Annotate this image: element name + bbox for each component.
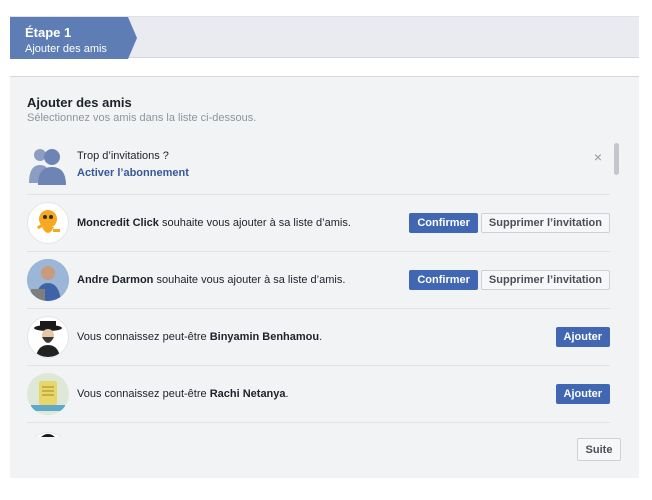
friend-request-row: Moncredit Click souhaite vous ajouter à …	[27, 195, 610, 252]
avatar	[27, 259, 69, 301]
suggestion-suffix: .	[319, 331, 323, 343]
avatar	[27, 373, 69, 415]
invitation-notice-text: Trop d’invitations ? Activer l’abonnemen…	[77, 150, 610, 179]
invitation-question: Trop d’invitations ?	[77, 150, 169, 162]
friend-list[interactable]: Trop d’invitations ? Activer l’abonnemen…	[27, 135, 610, 437]
panel-subtitle: Sélectionnez vos amis dans la liste ci-d…	[27, 112, 257, 124]
activate-follow-link[interactable]: Activer l’abonnement	[77, 167, 610, 179]
request-text: Moncredit Click souhaite vous ajouter à …	[77, 217, 409, 229]
suggested-name[interactable]: Binyamin Benhamou	[210, 331, 319, 343]
invitation-notice: Trop d’invitations ? Activer l’abonnemen…	[27, 135, 610, 195]
requester-name[interactable]: Moncredit Click	[77, 217, 159, 229]
suggested-name[interactable]: Rachi Netanya	[210, 388, 286, 400]
scrollbar[interactable]	[614, 143, 619, 175]
avatar	[27, 432, 69, 437]
request-message: souhaite vous ajouter à sa liste d’amis.	[153, 274, 346, 286]
step-title: Étape 1	[25, 25, 72, 40]
people-silhouette-icon	[27, 144, 69, 186]
delete-invitation-button[interactable]: Supprimer l’invitation	[480, 213, 610, 233]
add-friends-panel: Ajouter des amis Sélectionnez vos amis d…	[10, 76, 639, 478]
requester-name[interactable]: Andre Darmon	[77, 274, 153, 286]
friend-suggestion-row: Vous connaissez peut-être Binyamin Benha…	[27, 309, 610, 366]
request-message: souhaite vous ajouter à sa liste d’amis.	[158, 217, 351, 229]
friend-request-row: Andre Darmon souhaite vous ajouter à sa …	[27, 252, 610, 309]
step-subtitle: Ajouter des amis	[25, 43, 107, 55]
confirm-button[interactable]: Confirmer	[409, 270, 478, 290]
next-button[interactable]: Suite	[577, 438, 621, 461]
delete-invitation-button[interactable]: Supprimer l’invitation	[480, 270, 610, 290]
add-friend-button[interactable]: Ajouter	[555, 327, 610, 347]
request-text: Andre Darmon souhaite vous ajouter à sa …	[77, 274, 409, 286]
avatar	[27, 202, 69, 244]
step-bar: Étape 1 Ajouter des amis	[10, 16, 639, 59]
avatar	[27, 316, 69, 358]
suggestion-suffix: .	[285, 388, 289, 400]
suggestion-prefix: Vous connaissez peut-être	[77, 331, 210, 343]
add-friend-button[interactable]: Ajouter	[555, 384, 610, 404]
suggestion-text: Vous connaissez peut-être Rachi Netanya.	[77, 388, 556, 400]
suggestion-text: Vous connaissez peut-être Binyamin Benha…	[77, 331, 556, 343]
step-indicator: Étape 1 Ajouter des amis	[10, 17, 137, 59]
panel-title: Ajouter des amis	[27, 95, 132, 110]
friend-suggestion-row	[27, 423, 610, 437]
close-icon[interactable]: ×	[594, 149, 602, 165]
suggestion-prefix: Vous connaissez peut-être	[77, 388, 210, 400]
friend-suggestion-row: Vous connaissez peut-être Rachi Netanya.…	[27, 366, 610, 423]
confirm-button[interactable]: Confirmer	[409, 213, 478, 233]
